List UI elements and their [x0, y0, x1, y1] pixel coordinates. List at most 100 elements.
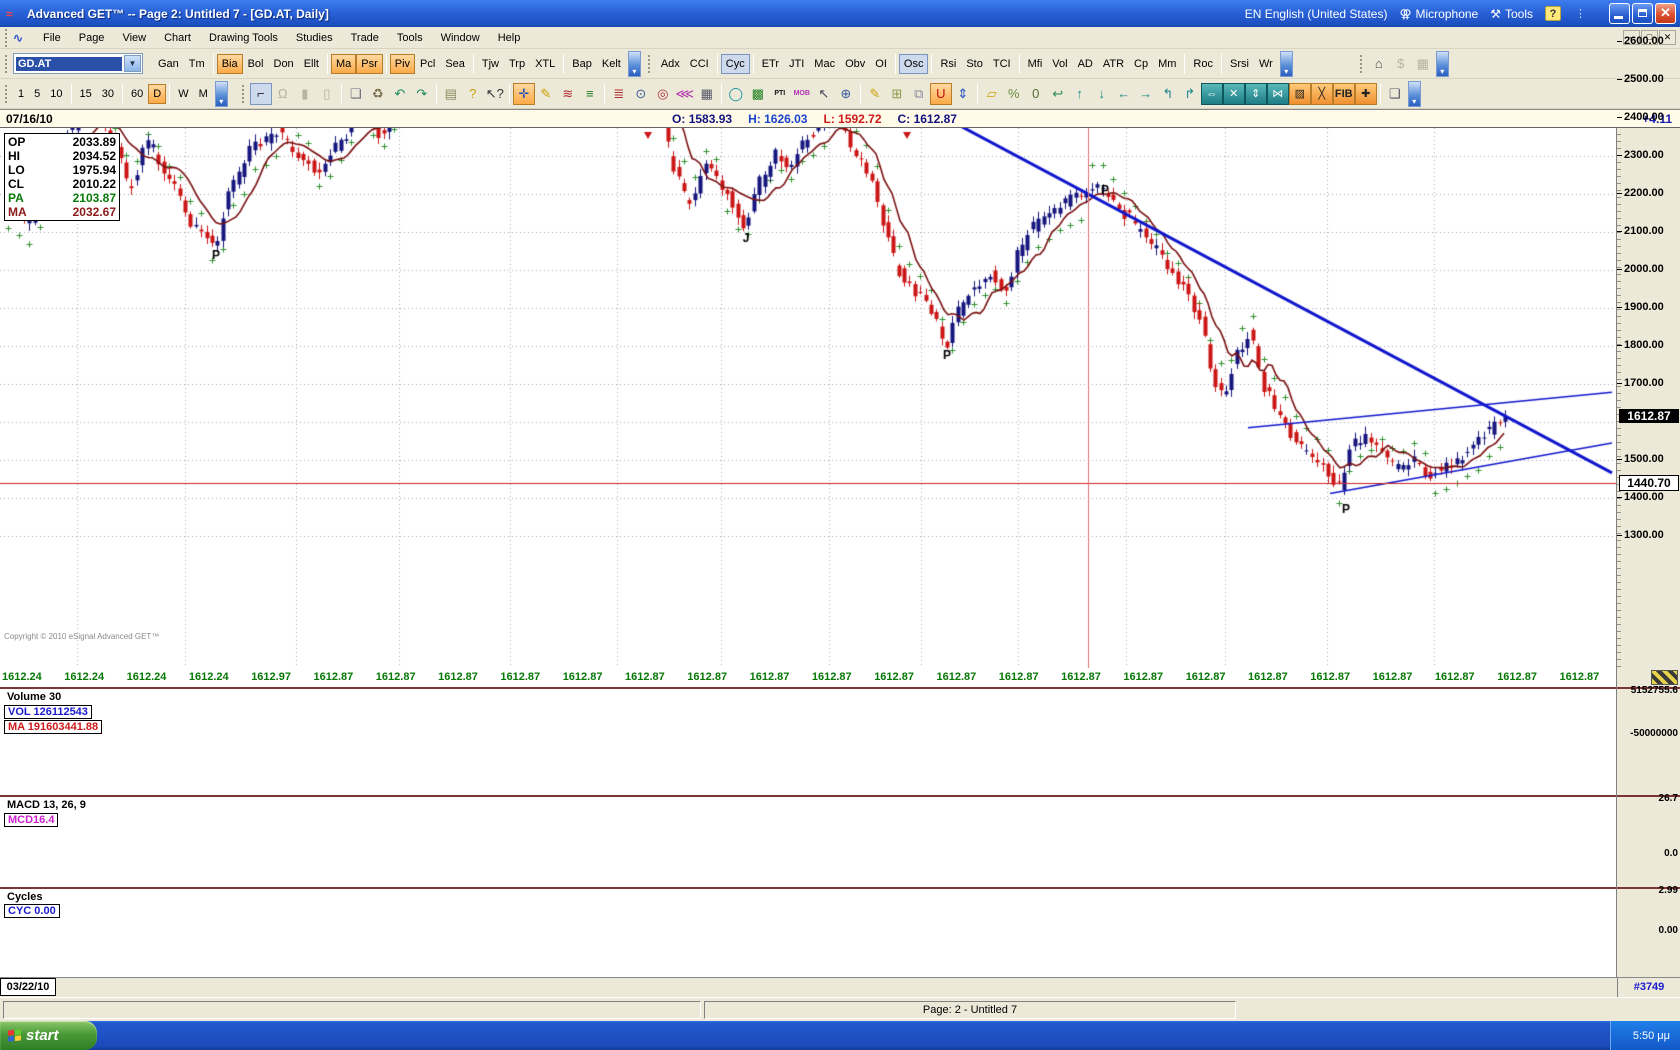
print-icon[interactable]: ▤: [440, 83, 462, 105]
zero-base-icon[interactable]: 0: [1025, 83, 1047, 105]
open-folder-icon[interactable]: ▱: [981, 83, 1003, 105]
study-button-mfi[interactable]: Mfi: [1023, 54, 1048, 74]
timeframe-button-1[interactable]: 1: [13, 84, 29, 104]
snap-magnet-icon[interactable]: U: [930, 83, 952, 105]
study-button-sea[interactable]: Sea: [440, 54, 470, 74]
study-button-roc[interactable]: Roc: [1188, 54, 1218, 74]
menu-help[interactable]: Help: [489, 29, 530, 47]
mob-icon[interactable]: MOB: [791, 83, 813, 105]
macd-canvas[interactable]: [0, 797, 1616, 887]
volume-canvas[interactable]: [0, 689, 1616, 795]
scroll-up-icon[interactable]: ↑: [1069, 83, 1091, 105]
study-button-ma[interactable]: Ma: [331, 54, 356, 74]
toolbar-overflow-icon[interactable]: ▾: [215, 81, 228, 107]
study-button-rsi[interactable]: Rsi: [935, 54, 961, 74]
study-button-osc[interactable]: Osc: [899, 54, 929, 74]
toolbar-overflow-icon[interactable]: ▾: [1280, 51, 1293, 77]
toolbar-grip[interactable]: [1360, 55, 1365, 73]
properties-icon[interactable]: ❏: [1384, 83, 1406, 105]
close-button[interactable]: ✕: [1655, 3, 1676, 24]
expand-horizontal-icon[interactable]: ⇔: [1201, 83, 1223, 105]
study-button-mm[interactable]: Mm: [1153, 54, 1181, 74]
time-compress-icon[interactable]: ⋈: [1267, 83, 1289, 105]
percent-tool-icon[interactable]: %: [1003, 83, 1025, 105]
undo-icon[interactable]: ↶: [389, 83, 411, 105]
chart-grid-icon[interactable]: ▦: [1412, 53, 1434, 75]
ellipse-tool-icon[interactable]: ◯: [725, 83, 747, 105]
start-button[interactable]: start: [0, 1021, 97, 1050]
retracement-levels-icon[interactable]: ≡: [579, 83, 601, 105]
study-button-sto[interactable]: Sto: [961, 54, 988, 74]
page-up-icon[interactable]: ↰: [1157, 83, 1179, 105]
timeframe-button-10[interactable]: 10: [45, 84, 67, 104]
compress-icon[interactable]: ✕: [1223, 83, 1245, 105]
elliott-waves-icon[interactable]: ≋: [557, 83, 579, 105]
lock-icon[interactable]: Ω: [272, 83, 294, 105]
study-button-tci[interactable]: TCI: [988, 54, 1016, 74]
study-button-tm[interactable]: Tm: [184, 54, 210, 74]
bullseye-icon[interactable]: ◎: [652, 83, 674, 105]
toolbar-overflow-icon[interactable]: ▾: [1436, 51, 1449, 77]
study-button-obv[interactable]: Obv: [840, 54, 870, 74]
restore-button[interactable]: [1632, 3, 1653, 24]
study-button-atr[interactable]: ATR: [1098, 54, 1129, 74]
study-button-bap[interactable]: Bap: [567, 54, 597, 74]
menu-drawing-tools[interactable]: Drawing Tools: [200, 29, 287, 47]
menu-tools[interactable]: Tools: [388, 29, 432, 47]
language-tools-menu[interactable]: ⚒Tools: [1490, 7, 1533, 21]
study-button-cp[interactable]: Cp: [1129, 54, 1153, 74]
study-button-trp[interactable]: Trp: [504, 54, 530, 74]
study-button-bia[interactable]: Bia: [217, 54, 243, 74]
delete-lines-icon[interactable]: ╳: [1311, 83, 1333, 105]
study-button-ellt[interactable]: Ellt: [299, 54, 324, 74]
symbol-input[interactable]: GD.AT: [16, 57, 122, 71]
zoom-icon[interactable]: ⊕: [835, 83, 857, 105]
timeframe-button-m[interactable]: M: [194, 84, 213, 104]
language-help-button[interactable]: ?: [1545, 6, 1561, 21]
microphone-toggle[interactable]: ⚢Microphone: [1399, 7, 1478, 21]
timeframe-button-5[interactable]: 5: [29, 84, 45, 104]
study-button-wr[interactable]: Wr: [1254, 54, 1278, 74]
annotation-pointer-icon[interactable]: ↖: [813, 83, 835, 105]
menu-view[interactable]: View: [113, 29, 155, 47]
menu-grip[interactable]: [5, 29, 10, 47]
region-select-icon[interactable]: ▨: [1289, 83, 1311, 105]
study-button-oi[interactable]: OI: [870, 54, 892, 74]
highlighter-icon[interactable]: ✎: [864, 83, 886, 105]
toolbar-grip[interactable]: [5, 55, 10, 73]
scroll-down-icon[interactable]: ↓: [1091, 83, 1113, 105]
study-button-gan[interactable]: Gan: [153, 54, 184, 74]
time-clock-icon[interactable]: ⊙: [630, 83, 652, 105]
timeframe-button-w[interactable]: W: [173, 84, 193, 104]
study-button-pcl[interactable]: Pcl: [415, 54, 440, 74]
study-button-tjw[interactable]: Tjw: [477, 54, 504, 74]
study-button-cyc[interactable]: Cyc: [721, 54, 750, 74]
line-chart-style-icon[interactable]: ⌐: [250, 83, 272, 105]
minimize-button[interactable]: [1609, 3, 1630, 24]
study-button-jti[interactable]: JTI: [784, 54, 809, 74]
study-button-cci[interactable]: CCI: [685, 54, 714, 74]
fibonacci-icon[interactable]: FIB: [1333, 83, 1355, 105]
menu-chart[interactable]: Chart: [155, 29, 200, 47]
help-icon[interactable]: ?: [462, 83, 484, 105]
study-button-etr[interactable]: ETr: [757, 54, 784, 74]
scroll-right-icon[interactable]: →: [1135, 83, 1157, 105]
timeframe-button-30[interactable]: 30: [97, 84, 119, 104]
menu-studies[interactable]: Studies: [287, 29, 342, 47]
grid-icon[interactable]: ▦: [696, 83, 718, 105]
redo-icon[interactable]: ↷: [411, 83, 433, 105]
trendline-pencil-icon[interactable]: ✎: [535, 83, 557, 105]
copy-objects-icon[interactable]: ⧉: [908, 83, 930, 105]
language-selector[interactable]: EN English (United States): [1245, 7, 1388, 21]
study-button-piv[interactable]: Piv: [390, 54, 415, 74]
menu-file[interactable]: File: [34, 29, 70, 47]
timeframe-button-15[interactable]: 15: [75, 84, 97, 104]
regression-channel-icon[interactable]: ≣: [608, 83, 630, 105]
price-chart-canvas[interactable]: [0, 128, 1616, 668]
expand-vertical-icon[interactable]: ⇕: [1245, 83, 1267, 105]
context-help-icon[interactable]: ↖?: [484, 83, 506, 105]
toolbar-grip[interactable]: [242, 85, 247, 103]
study-button-bol[interactable]: Bol: [243, 54, 269, 74]
symbol-dropdown-icon[interactable]: ▼: [124, 55, 141, 72]
study-button-kelt[interactable]: Kelt: [597, 54, 626, 74]
